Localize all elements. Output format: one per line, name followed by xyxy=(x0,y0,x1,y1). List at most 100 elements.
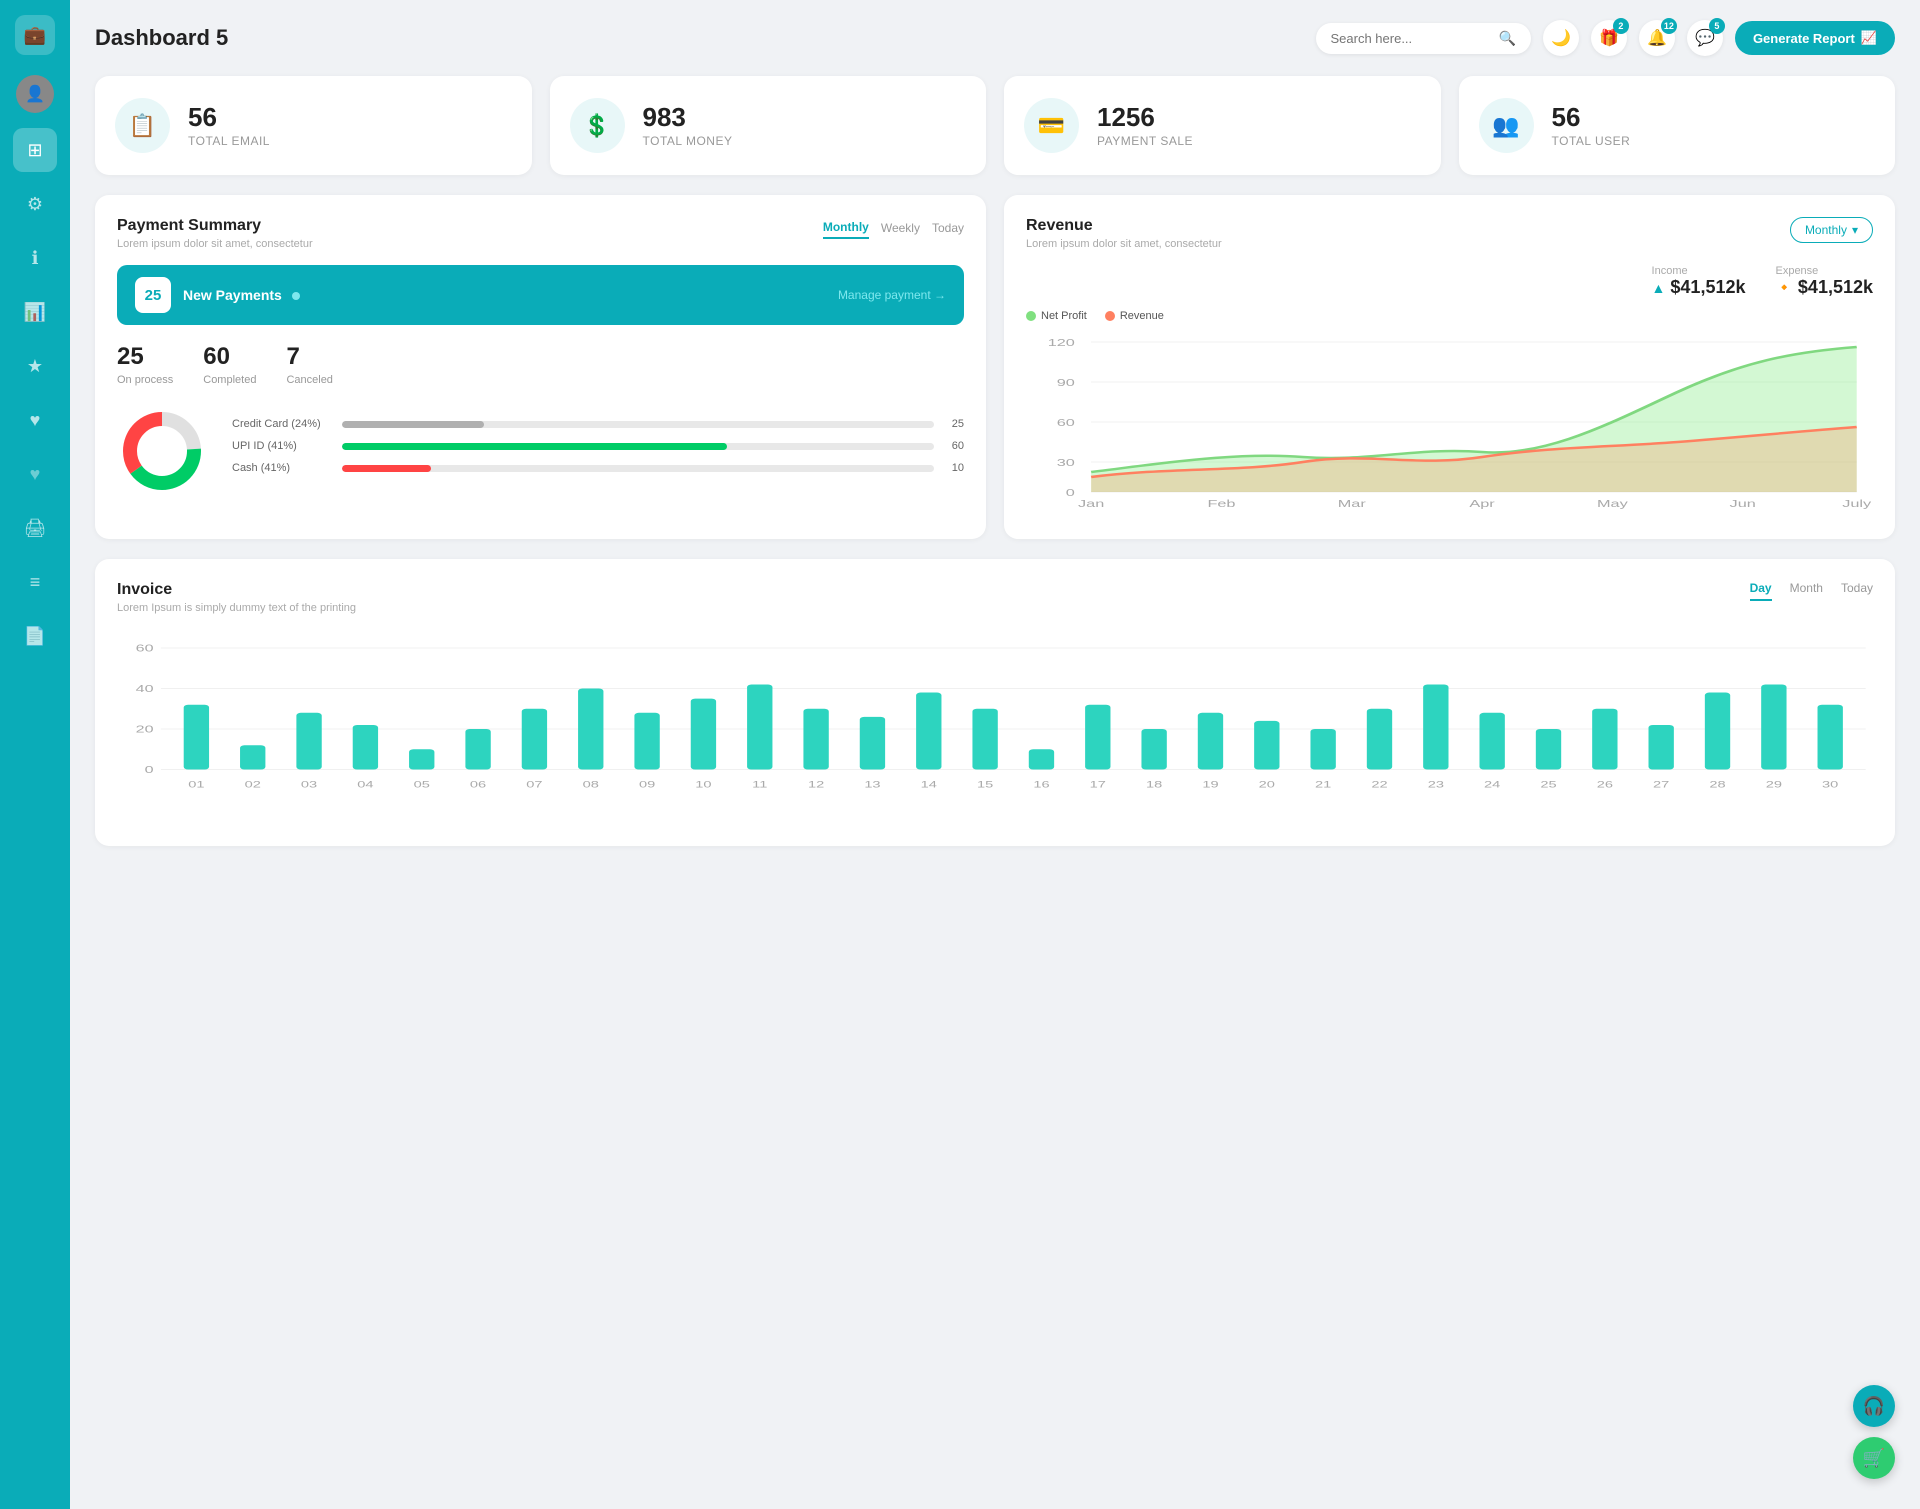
svg-text:Jun: Jun xyxy=(1730,498,1756,509)
upi-label: UPI ID (41%) xyxy=(232,440,332,452)
invoice-tab-today[interactable]: Today xyxy=(1841,581,1873,601)
svg-text:03: 03 xyxy=(301,779,318,789)
upi-bar-bg xyxy=(342,443,934,450)
payments-count: 25 xyxy=(135,277,171,313)
svg-text:18: 18 xyxy=(1146,779,1163,789)
main-content: Dashboard 5 🔍 🌙 🎁 2 🔔 12 💬 5 Gen xyxy=(70,0,1920,1509)
header-right: 🔍 🌙 🎁 2 🔔 12 💬 5 Generate Report 📈 xyxy=(1316,20,1896,56)
revenue-monthly-btn[interactable]: Monthly ▾ xyxy=(1790,217,1873,243)
revenue-chart: 120 90 60 30 0 Jan Feb Mar Apr May Jun J… xyxy=(1026,332,1873,512)
svg-text:60: 60 xyxy=(1057,417,1075,428)
chart-legend: Net Profit Revenue xyxy=(1026,310,1873,322)
email-icon: 📋 xyxy=(115,98,170,153)
invoice-title-group: Invoice Lorem Ipsum is simply dummy text… xyxy=(117,581,356,614)
payment-summary-panel: Payment Summary Lorem ipsum dolor sit am… xyxy=(95,195,986,539)
svg-text:16: 16 xyxy=(1033,779,1050,789)
headset-icon: 🎧 xyxy=(1863,1396,1885,1417)
invoice-tab-month[interactable]: Month xyxy=(1790,581,1823,601)
search-box: 🔍 xyxy=(1316,23,1531,54)
svg-text:01: 01 xyxy=(188,779,205,789)
svg-text:27: 27 xyxy=(1653,779,1670,789)
net-profit-dot xyxy=(1026,311,1036,321)
svg-text:Mar: Mar xyxy=(1338,498,1367,509)
sidebar-avatar[interactable]: 👤 xyxy=(16,75,54,113)
svg-text:12: 12 xyxy=(808,779,825,789)
sidebar-item-analytics[interactable]: 📊 xyxy=(13,290,57,334)
metric-completed: 60 Completed xyxy=(203,343,256,386)
svg-text:21: 21 xyxy=(1315,779,1332,789)
on-process-label: On process xyxy=(117,374,173,386)
income-icon: ▲ xyxy=(1652,280,1666,296)
metric-canceled: 7 Canceled xyxy=(286,343,332,386)
manage-payment-link[interactable]: Manage payment → xyxy=(838,288,946,302)
dark-mode-btn[interactable]: 🌙 xyxy=(1543,20,1579,56)
sidebar-item-menu[interactable]: ≡ xyxy=(13,560,57,604)
stat-card-payment: 💳 1256 PAYMENT SALE xyxy=(1004,76,1441,175)
bell-badge: 12 xyxy=(1661,18,1677,34)
tab-monthly[interactable]: Monthly xyxy=(823,217,869,239)
bell-btn[interactable]: 🔔 12 xyxy=(1639,20,1675,56)
sidebar: 💼 👤 ⊞ ⚙ ℹ 📊 ★ ♥ ♥ 🖨 ≡ 📄 xyxy=(0,0,70,1509)
legend-net-profit: Net Profit xyxy=(1026,310,1087,322)
svg-text:05: 05 xyxy=(414,779,431,789)
svg-text:30: 30 xyxy=(1057,457,1075,468)
sidebar-item-settings[interactable]: ⚙ xyxy=(13,182,57,226)
svg-text:120: 120 xyxy=(1048,337,1075,348)
svg-text:09: 09 xyxy=(639,779,656,789)
stat-info-money: 983 TOTAL MONEY xyxy=(643,103,733,149)
search-input[interactable] xyxy=(1331,31,1491,46)
income-meta: Income ▲ $41,512k xyxy=(1652,265,1746,298)
sidebar-item-info[interactable]: ℹ xyxy=(13,236,57,280)
credit-card-bar xyxy=(342,421,484,428)
svg-text:Feb: Feb xyxy=(1207,498,1235,509)
cart-icon: 🛒 xyxy=(1863,1448,1885,1469)
svg-text:24: 24 xyxy=(1484,779,1501,789)
moon-icon: 🌙 xyxy=(1551,28,1571,48)
payment-tabs: Monthly Weekly Today xyxy=(823,217,964,239)
invoice-tab-day[interactable]: Day xyxy=(1750,581,1772,601)
sidebar-item-liked[interactable]: ♥ xyxy=(13,398,57,442)
metric-on-process: 25 On process xyxy=(117,343,173,386)
payment-header: Payment Summary Lorem ipsum dolor sit am… xyxy=(117,217,964,250)
header: Dashboard 5 🔍 🌙 🎁 2 🔔 12 💬 5 Gen xyxy=(95,20,1895,56)
canceled-label: Canceled xyxy=(286,374,332,386)
svg-text:60: 60 xyxy=(136,643,154,654)
stat-number-users: 56 xyxy=(1552,103,1631,132)
revenue-title: Revenue xyxy=(1026,217,1222,235)
sidebar-item-favorites[interactable]: ★ xyxy=(13,344,57,388)
stats-grid: 📋 56 TOTAL EMAIL 💲 983 TOTAL MONEY 💳 125… xyxy=(95,76,1895,175)
revenue-subtitle: Lorem ipsum dolor sit amet, consectetur xyxy=(1026,238,1222,250)
cart-float-btn[interactable]: 🛒 xyxy=(1853,1437,1895,1479)
invoice-tabs: Day Month Today xyxy=(1750,581,1873,601)
donut-chart xyxy=(117,406,207,496)
chevron-down-icon: ▾ xyxy=(1852,223,1858,237)
revenue-header: Revenue Lorem ipsum dolor sit amet, cons… xyxy=(1026,217,1873,250)
sidebar-item-dashboard[interactable]: ⊞ xyxy=(13,128,57,172)
sidebar-logo[interactable]: 💼 xyxy=(15,15,55,55)
new-payments-label: New Payments xyxy=(183,287,300,303)
progress-credit-card: Credit Card (24%) 25 xyxy=(232,418,964,430)
metrics-row: 25 On process 60 Completed 7 Canceled xyxy=(117,343,964,386)
sidebar-item-print[interactable]: 🖨 xyxy=(13,506,57,550)
cash-bar-bg xyxy=(342,465,934,472)
progress-upi: UPI ID (41%) 60 xyxy=(232,440,964,452)
stat-label-users: TOTAL USER xyxy=(1552,134,1631,148)
sidebar-item-liked2[interactable]: ♥ xyxy=(13,452,57,496)
svg-text:July: July xyxy=(1842,498,1871,509)
generate-report-button[interactable]: Generate Report 📈 xyxy=(1735,21,1895,55)
tab-weekly[interactable]: Weekly xyxy=(881,218,920,238)
sidebar-item-docs[interactable]: 📄 xyxy=(13,614,57,658)
svg-text:04: 04 xyxy=(357,779,374,789)
invoice-panel: Invoice Lorem Ipsum is simply dummy text… xyxy=(95,559,1895,846)
svg-text:14: 14 xyxy=(921,779,938,789)
tab-today[interactable]: Today xyxy=(932,218,964,238)
chat-btn[interactable]: 💬 5 xyxy=(1687,20,1723,56)
gift-btn[interactable]: 🎁 2 xyxy=(1591,20,1627,56)
svg-text:07: 07 xyxy=(526,779,543,789)
expense-meta: Expense 🔸 $41,512k xyxy=(1775,265,1873,298)
chat-badge: 5 xyxy=(1709,18,1725,34)
legend-revenue: Revenue xyxy=(1105,310,1164,322)
invoice-header: Invoice Lorem Ipsum is simply dummy text… xyxy=(117,581,1873,614)
expense-label: Expense xyxy=(1775,265,1873,277)
support-float-btn[interactable]: 🎧 xyxy=(1853,1385,1895,1427)
